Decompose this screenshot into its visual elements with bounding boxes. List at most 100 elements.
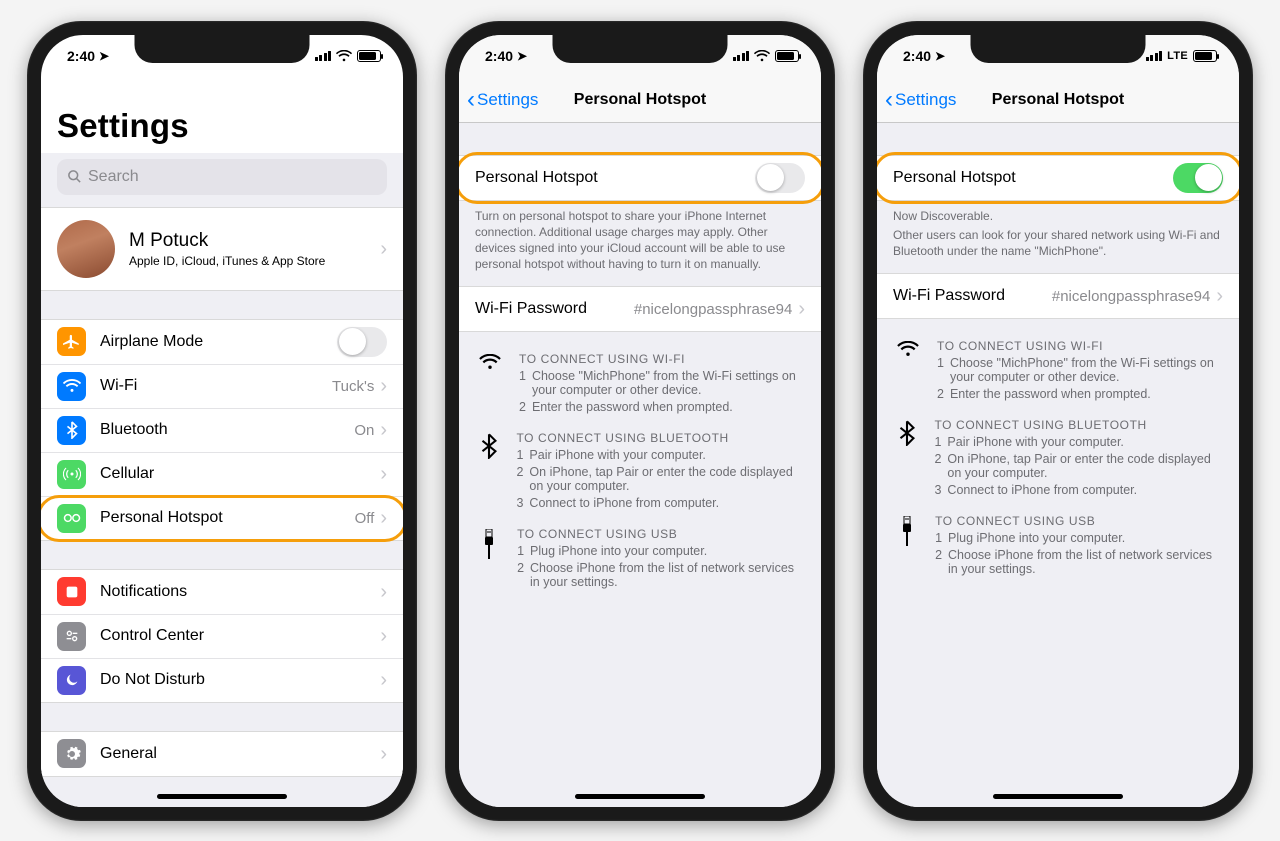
instruct-usb-step1: Plug iPhone into your computer.	[530, 544, 707, 558]
home-indicator	[575, 794, 705, 799]
bluetooth-value: On	[354, 422, 374, 439]
usb-icon	[479, 527, 499, 592]
chevron-right-icon: ›	[380, 582, 387, 602]
dnd-row[interactable]: Do Not Disturb ›	[41, 658, 403, 702]
chevron-right-icon: ›	[380, 508, 387, 528]
nav-title: Personal Hotspot	[574, 91, 706, 109]
instruct-usb-title: TO CONNECT USING USB	[935, 514, 1219, 528]
instruct-usb-step2: Choose iPhone from the list of network s…	[948, 548, 1219, 576]
airplane-toggle[interactable]	[337, 327, 387, 357]
search-placeholder: Search	[88, 168, 139, 186]
chevron-left-icon: ‹	[885, 88, 893, 112]
instruct-usb: TO CONNECT USING USB 1Plug iPhone into y…	[459, 513, 821, 592]
instruct-bt-step2: On iPhone, tap Pair or enter the code di…	[529, 465, 801, 493]
chevron-right-icon: ›	[380, 464, 387, 484]
hotspot-toggle-on[interactable]	[1173, 163, 1223, 193]
instruct-wifi-title: TO CONNECT USING WI-FI	[937, 339, 1219, 353]
wifi-icon	[336, 50, 352, 62]
profile-name: M Potuck	[129, 230, 380, 252]
instruct-usb-step2: Choose iPhone from the list of network s…	[530, 561, 801, 589]
profile-sub: Apple ID, iCloud, iTunes & App Store	[129, 254, 380, 268]
notifications-icon	[57, 577, 86, 606]
control-center-row[interactable]: Control Center ›	[41, 614, 403, 658]
chevron-right-icon: ›	[798, 299, 805, 319]
hotspot-toggle-label: Personal Hotspot	[893, 169, 1173, 187]
chevron-right-icon: ›	[1216, 286, 1223, 306]
back-button[interactable]: ‹ Settings	[467, 79, 538, 122]
airplane-mode-row[interactable]: Airplane Mode	[41, 320, 403, 364]
avatar	[57, 220, 115, 278]
hotspot-label: Personal Hotspot	[100, 509, 355, 527]
profile-row[interactable]: M Potuck Apple ID, iCloud, iTunes & App …	[41, 208, 403, 290]
discoverable-note: Now Discoverable.	[877, 201, 1239, 224]
instruct-usb: TO CONNECT USING USB 1Plug iPhone into y…	[877, 500, 1239, 579]
page-title: Settings	[57, 107, 387, 145]
chevron-right-icon: ›	[380, 420, 387, 440]
wifi-row[interactable]: Wi-Fi Tuck's ›	[41, 364, 403, 408]
back-label: Settings	[895, 90, 956, 110]
search-input[interactable]: Search	[57, 159, 387, 195]
phone-frame-3: 2:40 ➤ LTE ‹ Settings Personal Hotspot P…	[863, 21, 1253, 821]
cellular-row[interactable]: Cellular ›	[41, 452, 403, 496]
general-label: General	[100, 745, 380, 763]
control-center-icon	[57, 622, 86, 651]
wifi-password-value: #nicelongpassphrase94	[1052, 288, 1210, 305]
discoverable-note-2: Other users can look for your shared net…	[877, 224, 1239, 263]
signal-icon	[315, 50, 332, 61]
back-button[interactable]: ‹ Settings	[885, 79, 956, 122]
nav-title: Personal Hotspot	[992, 91, 1124, 109]
wifi-password-row[interactable]: Wi-Fi Password #nicelongpassphrase94 ›	[459, 287, 821, 331]
cellular-icon	[57, 460, 86, 489]
screen-settings: 2:40 ➤ Settings Search	[41, 35, 403, 807]
hotspot-off-note: Turn on personal hotspot to share your i…	[459, 201, 821, 277]
battery-icon	[775, 50, 799, 62]
control-center-label: Control Center	[100, 627, 380, 645]
signal-icon	[1146, 50, 1163, 61]
instruct-wifi-step1: Choose "MichPhone" from the Wi-Fi settin…	[532, 369, 801, 397]
nav-bar: ‹ Settings Personal Hotspot	[877, 79, 1239, 123]
gear-icon	[57, 739, 86, 768]
instruct-bt-step3: Connect to iPhone from computer.	[947, 483, 1137, 497]
wifi-password-label: Wi-Fi Password	[893, 287, 1052, 305]
chevron-left-icon: ‹	[467, 88, 475, 112]
instruct-bt-step1: Pair iPhone with your computer.	[529, 448, 705, 462]
instruct-bt-step1: Pair iPhone with your computer.	[947, 435, 1123, 449]
hotspot-toggle-row[interactable]: Personal Hotspot	[459, 156, 821, 200]
chevron-right-icon: ›	[380, 670, 387, 690]
screen-hotspot-off: 2:40 ➤ ‹ Settings Personal Hotspot Perso	[459, 35, 821, 807]
moon-icon	[57, 666, 86, 695]
bluetooth-row[interactable]: Bluetooth On ›	[41, 408, 403, 452]
personal-hotspot-row[interactable]: Personal Hotspot Off ›	[41, 496, 403, 540]
instruct-wifi-step2: Enter the password when prompted.	[532, 400, 733, 414]
status-time: 2:40	[903, 48, 931, 64]
instruct-wifi-step2: Enter the password when prompted.	[950, 387, 1151, 401]
search-icon	[67, 169, 82, 184]
phone-frame-1: 2:40 ➤ Settings Search	[27, 21, 417, 821]
bluetooth-icon	[897, 418, 916, 500]
lte-label: LTE	[1167, 50, 1188, 62]
general-row[interactable]: General ›	[41, 732, 403, 776]
wifi-password-row[interactable]: Wi-Fi Password #nicelongpassphrase94 ›	[877, 274, 1239, 318]
hotspot-toggle-off[interactable]	[755, 163, 805, 193]
bluetooth-label: Bluetooth	[100, 421, 354, 439]
usb-icon	[897, 514, 917, 579]
hotspot-toggle-row[interactable]: Personal Hotspot	[877, 156, 1239, 200]
bluetooth-icon	[57, 416, 86, 445]
notch	[135, 35, 310, 63]
chevron-right-icon: ›	[380, 239, 387, 259]
instruct-bt-title: TO CONNECT USING BLUETOOTH	[934, 418, 1219, 432]
notifications-row[interactable]: Notifications ›	[41, 570, 403, 614]
instruct-wifi: TO CONNECT USING WI-FI 1Choose "MichPhon…	[877, 325, 1239, 404]
notifications-label: Notifications	[100, 583, 380, 601]
instruct-bt-step2: On iPhone, tap Pair or enter the code di…	[947, 452, 1219, 480]
wifi-password-value: #nicelongpassphrase94	[634, 301, 792, 318]
chevron-right-icon: ›	[380, 626, 387, 646]
hotspot-value: Off	[355, 510, 375, 527]
hotspot-icon	[57, 504, 86, 533]
notch	[553, 35, 728, 63]
phone-frame-2: 2:40 ➤ ‹ Settings Personal Hotspot Perso	[445, 21, 835, 821]
battery-icon	[1193, 50, 1217, 62]
wifi-settings-icon	[57, 372, 86, 401]
cellular-label: Cellular	[100, 465, 380, 483]
wifi-icon	[754, 50, 770, 62]
